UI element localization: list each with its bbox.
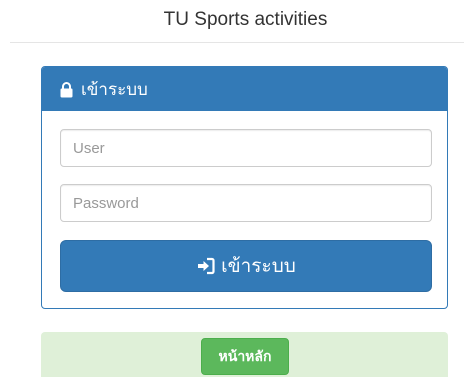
footer-bar: หน้าหลัก [41,332,448,377]
login-panel: เข้าระบบ เข้าระบบ [41,66,448,309]
title-divider [10,42,464,43]
login-page: TU Sports activities เข้าระบบ เข้าระบบ [0,0,464,377]
lock-icon [58,81,75,98]
login-button-label: เข้าระบบ [221,256,296,277]
password-input[interactable] [60,184,432,222]
sign-in-icon [196,256,216,276]
login-button[interactable]: เข้าระบบ [60,240,432,292]
username-input[interactable] [60,129,432,167]
home-button[interactable]: หน้าหลัก [201,338,289,375]
page-title: TU Sports activities [163,9,328,30]
login-panel-heading: เข้าระบบ [42,67,447,111]
login-panel-title: เข้าระบบ [81,79,148,99]
